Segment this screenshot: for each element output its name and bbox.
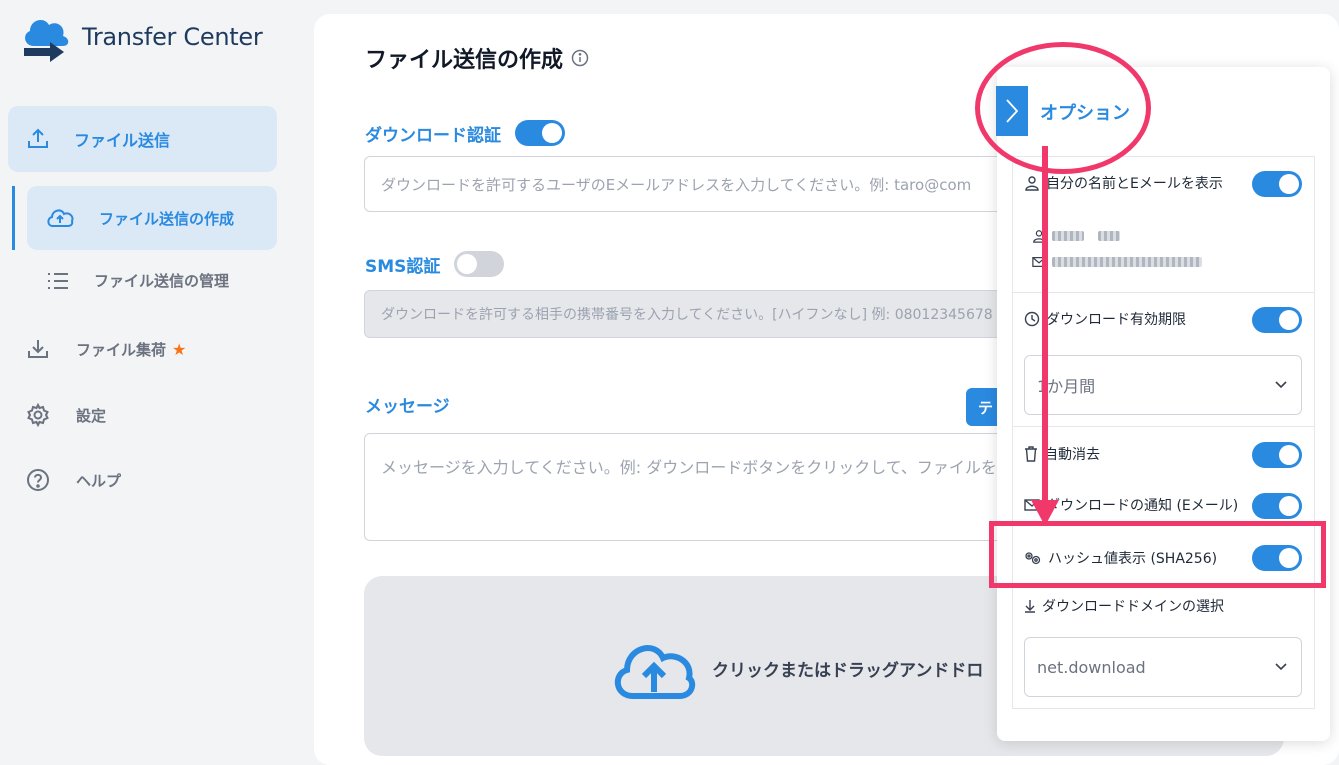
help-icon (27, 469, 49, 491)
sidebar-item-label: 設定 (76, 406, 107, 425)
chevron-down-icon (1275, 663, 1287, 671)
annotation-arrow (1042, 146, 1048, 508)
download-expiry-toggle[interactable] (1252, 307, 1302, 333)
sms-auth-label: SMS認証 (365, 256, 441, 277)
show-name-email-toggle[interactable] (1252, 171, 1302, 197)
sidebar-item-label: ヘルプ (76, 471, 122, 490)
user-email-display (1032, 256, 1202, 268)
clock-icon (1024, 311, 1040, 327)
active-indicator (12, 186, 15, 250)
option-download-domain: ダウンロードドメインの選択 (1024, 596, 1224, 616)
list-icon (48, 272, 68, 289)
sidebar-item-settings[interactable]: 設定 (26, 403, 106, 427)
dropzone-text: クリックまたはドラッグアンドドロ (712, 661, 984, 681)
trash-icon (1025, 446, 1037, 462)
sidebar-item-label: ファイル集荷 ★ (76, 339, 187, 359)
gear-icon (27, 403, 49, 427)
logo-text: Transfer Center (82, 23, 263, 51)
sms-phone-field[interactable]: ダウンロードを許可する相手の携帯番号を入力してください。[ハイフンなし] 例: … (364, 290, 1004, 338)
download-icon (1025, 600, 1035, 613)
sidebar-item-label: ファイル送信の管理 (94, 272, 230, 290)
divider (1012, 426, 1315, 427)
download-auth-toggle[interactable] (515, 120, 565, 146)
sidebar-item-manage-send[interactable]: ファイル送信の管理 (46, 270, 229, 291)
sidebar-item-help[interactable]: ヘルプ (26, 468, 121, 492)
sidebar-item-label: ファイル送信 (74, 131, 171, 150)
new-star-icon: ★ (172, 339, 187, 359)
message-textarea[interactable]: メッセージを入力してください。例: ダウンロードボタンをクリックして、ファイルを… (364, 433, 1004, 541)
message-label: メッセージ (365, 397, 450, 417)
sms-auth-toggle[interactable] (454, 251, 505, 277)
user-icon (1025, 176, 1039, 191)
download-auth-section: ダウンロード認証 (365, 120, 565, 146)
cloud-transfer-logo-icon (24, 20, 69, 62)
chevron-down-icon (1275, 381, 1287, 389)
option-auto-delete: 自動消去 (1024, 444, 1100, 464)
sidebar-item-create-send[interactable]: ファイル送信の作成 (27, 186, 277, 250)
cloud-upload-icon (47, 209, 74, 227)
download-auth-label: ダウンロード認証 (365, 125, 501, 146)
option-download-expiry: ダウンロード有効期限 (1024, 309, 1186, 329)
divider (1012, 292, 1315, 293)
sidebar-item-file-send[interactable]: ファイル送信 (8, 106, 277, 172)
sms-auth-section: SMS認証 (365, 251, 505, 277)
expiry-select[interactable]: 1か月間 (1024, 355, 1302, 415)
auto-delete-toggle[interactable] (1252, 442, 1302, 468)
download-icon (28, 340, 48, 358)
domain-select[interactable]: net.download (1024, 637, 1302, 697)
annotation-circle (975, 42, 1151, 174)
upload-icon (28, 128, 48, 148)
option-show-name-email: 自分の名前とEメールを表示 (1024, 173, 1223, 193)
cloud-upload-icon (615, 645, 696, 699)
logo[interactable]: Transfer Center (20, 12, 263, 62)
page-title: ファイル送信の作成 (365, 42, 589, 74)
annotation-highlight-box (989, 521, 1326, 588)
sidebar-item-label: ファイル送信の作成 (99, 209, 235, 228)
download-auth-email-field[interactable]: ダウンロードを許可するユーザのEメールアドレスを入力してください。例: taro… (364, 156, 1004, 212)
sidebar-item-file-collect[interactable]: ファイル集荷 ★ (26, 337, 186, 361)
download-notify-toggle[interactable] (1252, 493, 1302, 519)
info-icon[interactable] (571, 49, 589, 67)
sidebar: Transfer Center ファイル送信 ファイル送信の作成 ファイル送信の… (0, 0, 292, 765)
